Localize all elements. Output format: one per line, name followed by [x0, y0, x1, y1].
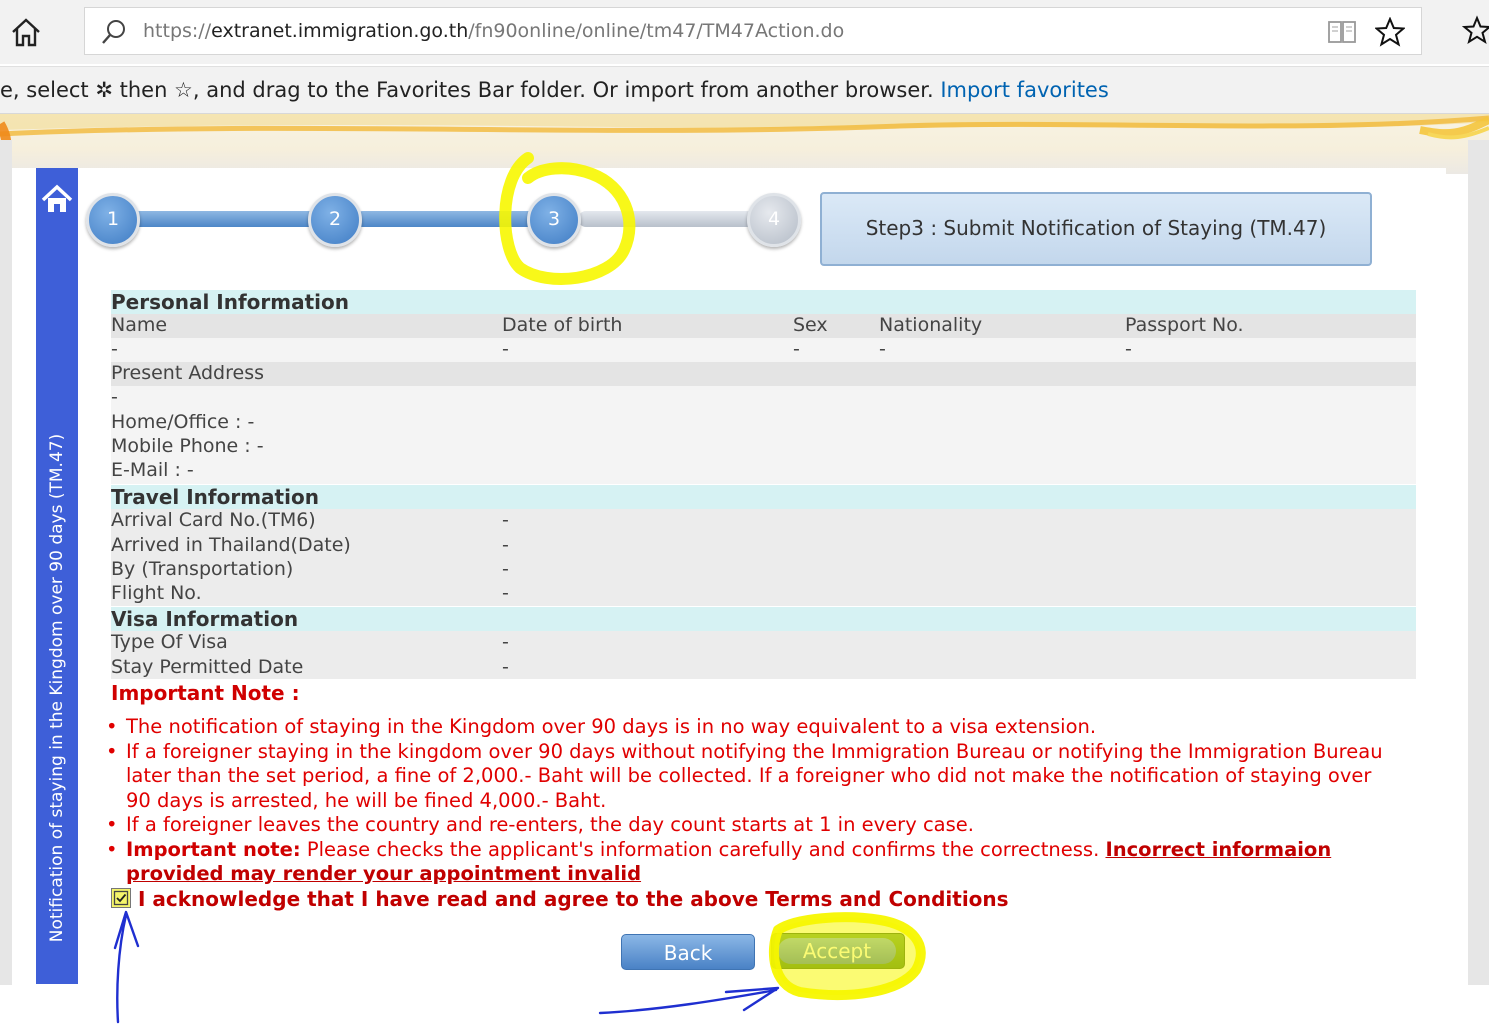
note-item: If a foreigner staying in the kingdom ov… [104, 740, 1394, 814]
favorite-star-icon[interactable] [1375, 17, 1405, 47]
personal-info-heading: Personal Information [111, 290, 1416, 314]
import-favorites-link[interactable]: Import favorites [940, 78, 1108, 102]
value-name: - [111, 338, 118, 360]
acknowledge-checkbox[interactable] [111, 888, 131, 908]
value-dob: - [502, 338, 509, 360]
acknowledge-label[interactable]: I acknowledge that I have read and agree… [138, 887, 1009, 911]
col-name: Name [111, 314, 168, 336]
visa-type-label: Type Of Visa [111, 631, 228, 653]
step-3: 3 [527, 193, 581, 247]
travel-info-heading-text: Travel Information [111, 485, 319, 509]
col-nationality: Nationality [879, 314, 983, 336]
url-scheme: https:// [143, 20, 212, 42]
page-border-left [0, 140, 12, 985]
back-button[interactable]: Back [621, 934, 755, 970]
note-item: If a foreigner leaves the country and re… [104, 813, 1394, 838]
col-passport: Passport No. [1125, 314, 1244, 336]
present-address-value: - [111, 386, 118, 408]
step-connector-2-3 [355, 211, 555, 227]
transportation-label: By (Transportation) [111, 558, 294, 580]
col-dob: Date of birth [502, 314, 623, 336]
arrival-card-value: - [502, 509, 509, 531]
stay-permitted-value: - [502, 656, 509, 678]
home-icon[interactable] [8, 14, 44, 50]
step-4: 4 [747, 193, 801, 247]
flight-no-label: Flight No. [111, 582, 202, 604]
checkmark-icon [113, 890, 129, 906]
note-item: The notification of staying in the Kingd… [104, 715, 1394, 740]
favorites-hint-text: e, select ✲ then ☆, and drag to the Favo… [0, 78, 934, 102]
step-1: 1 [86, 193, 140, 247]
transportation-value: - [502, 558, 509, 580]
step-2: 2 [308, 193, 362, 247]
present-address-details: - Home/Office : - Mobile Phone : - E-Mai… [111, 386, 1416, 484]
favorites-bar-message: e, select ✲ then ☆, and drag to the Favo… [0, 78, 1109, 102]
url-host: extranet.immigration.go.th [211, 20, 469, 42]
col-sex: Sex [793, 314, 828, 336]
home-office-phone: Home/Office : - [111, 411, 255, 433]
arrived-date-label: Arrived in Thailand(Date) [111, 534, 351, 556]
value-sex: - [793, 338, 800, 360]
browser-address-row: https://extranet.immigration.go.th/fn90o… [0, 0, 1489, 64]
sidebar-vertical-title: Notification of staying in the Kingdom o… [47, 433, 67, 943]
present-address-row: Present Address [111, 362, 1416, 386]
back-button-label: Back [663, 941, 713, 965]
header-banner [0, 114, 1489, 174]
sidebar-tab: Notification of staying in the Kingdom o… [36, 168, 78, 984]
personal-info-value-row: - - - - - [111, 338, 1416, 362]
step-title-box: Step3 : Submit Notification of Staying (… [820, 192, 1372, 266]
arrived-date-value: - [502, 534, 509, 556]
step-connector-3-4 [578, 211, 774, 227]
personal-info-header-row: Name Date of birth Sex Nationality Passp… [111, 314, 1416, 338]
arrival-card-label: Arrival Card No.(TM6) [111, 509, 316, 531]
url-path: /fn90online/online/tm47/TM47Action.do [468, 20, 845, 42]
reading-view-icon[interactable] [1327, 19, 1357, 45]
stay-permitted-label: Stay Permitted Date [111, 656, 304, 678]
visa-info-heading: Visa Information [111, 607, 1416, 631]
page-border-right [1468, 140, 1489, 985]
accept-button-face: Accept [778, 938, 896, 964]
step-connector-1-2 [130, 211, 335, 227]
email: E-Mail : - [111, 459, 194, 481]
note-bold-prefix: Important note: [126, 837, 301, 861]
accept-button[interactable]: Accept [771, 933, 905, 969]
important-note-list: The notification of staying in the Kingd… [104, 715, 1394, 887]
important-note-title: Important Note : [111, 681, 300, 705]
arrow-to-accept [598, 986, 780, 1015]
url-text[interactable]: https://extranet.immigration.go.th/fn90o… [143, 20, 844, 42]
travel-info-heading: Travel Information [111, 485, 1416, 509]
personal-info-heading-text: Personal Information [111, 290, 349, 314]
visa-info-rows: Type Of Visa - Stay Permitted Date - [111, 631, 1416, 679]
note-item: Important note: Please checks the applic… [104, 838, 1394, 887]
home-icon[interactable] [40, 182, 74, 216]
present-address-label: Present Address [111, 362, 264, 384]
accept-button-label: Accept [802, 939, 872, 963]
favorites-hub-icon[interactable] [1462, 15, 1489, 47]
travel-info-rows: Arrival Card No.(TM6) - Arrived in Thail… [111, 509, 1416, 606]
note-text: Please checks the applicant's informatio… [300, 837, 1106, 861]
address-bar[interactable]: https://extranet.immigration.go.th/fn90o… [84, 7, 1422, 55]
visa-type-value: - [502, 631, 509, 653]
flight-no-value: - [502, 582, 509, 604]
value-nationality: - [879, 338, 886, 360]
mobile-phone: Mobile Phone : - [111, 435, 264, 457]
search-icon [102, 20, 125, 44]
visa-info-heading-text: Visa Information [111, 607, 299, 631]
favorites-bar: e, select ✲ then ☆, and drag to the Favo… [0, 66, 1489, 114]
banner-swoosh-graphic [0, 114, 1489, 167]
value-passport: - [1125, 338, 1132, 360]
